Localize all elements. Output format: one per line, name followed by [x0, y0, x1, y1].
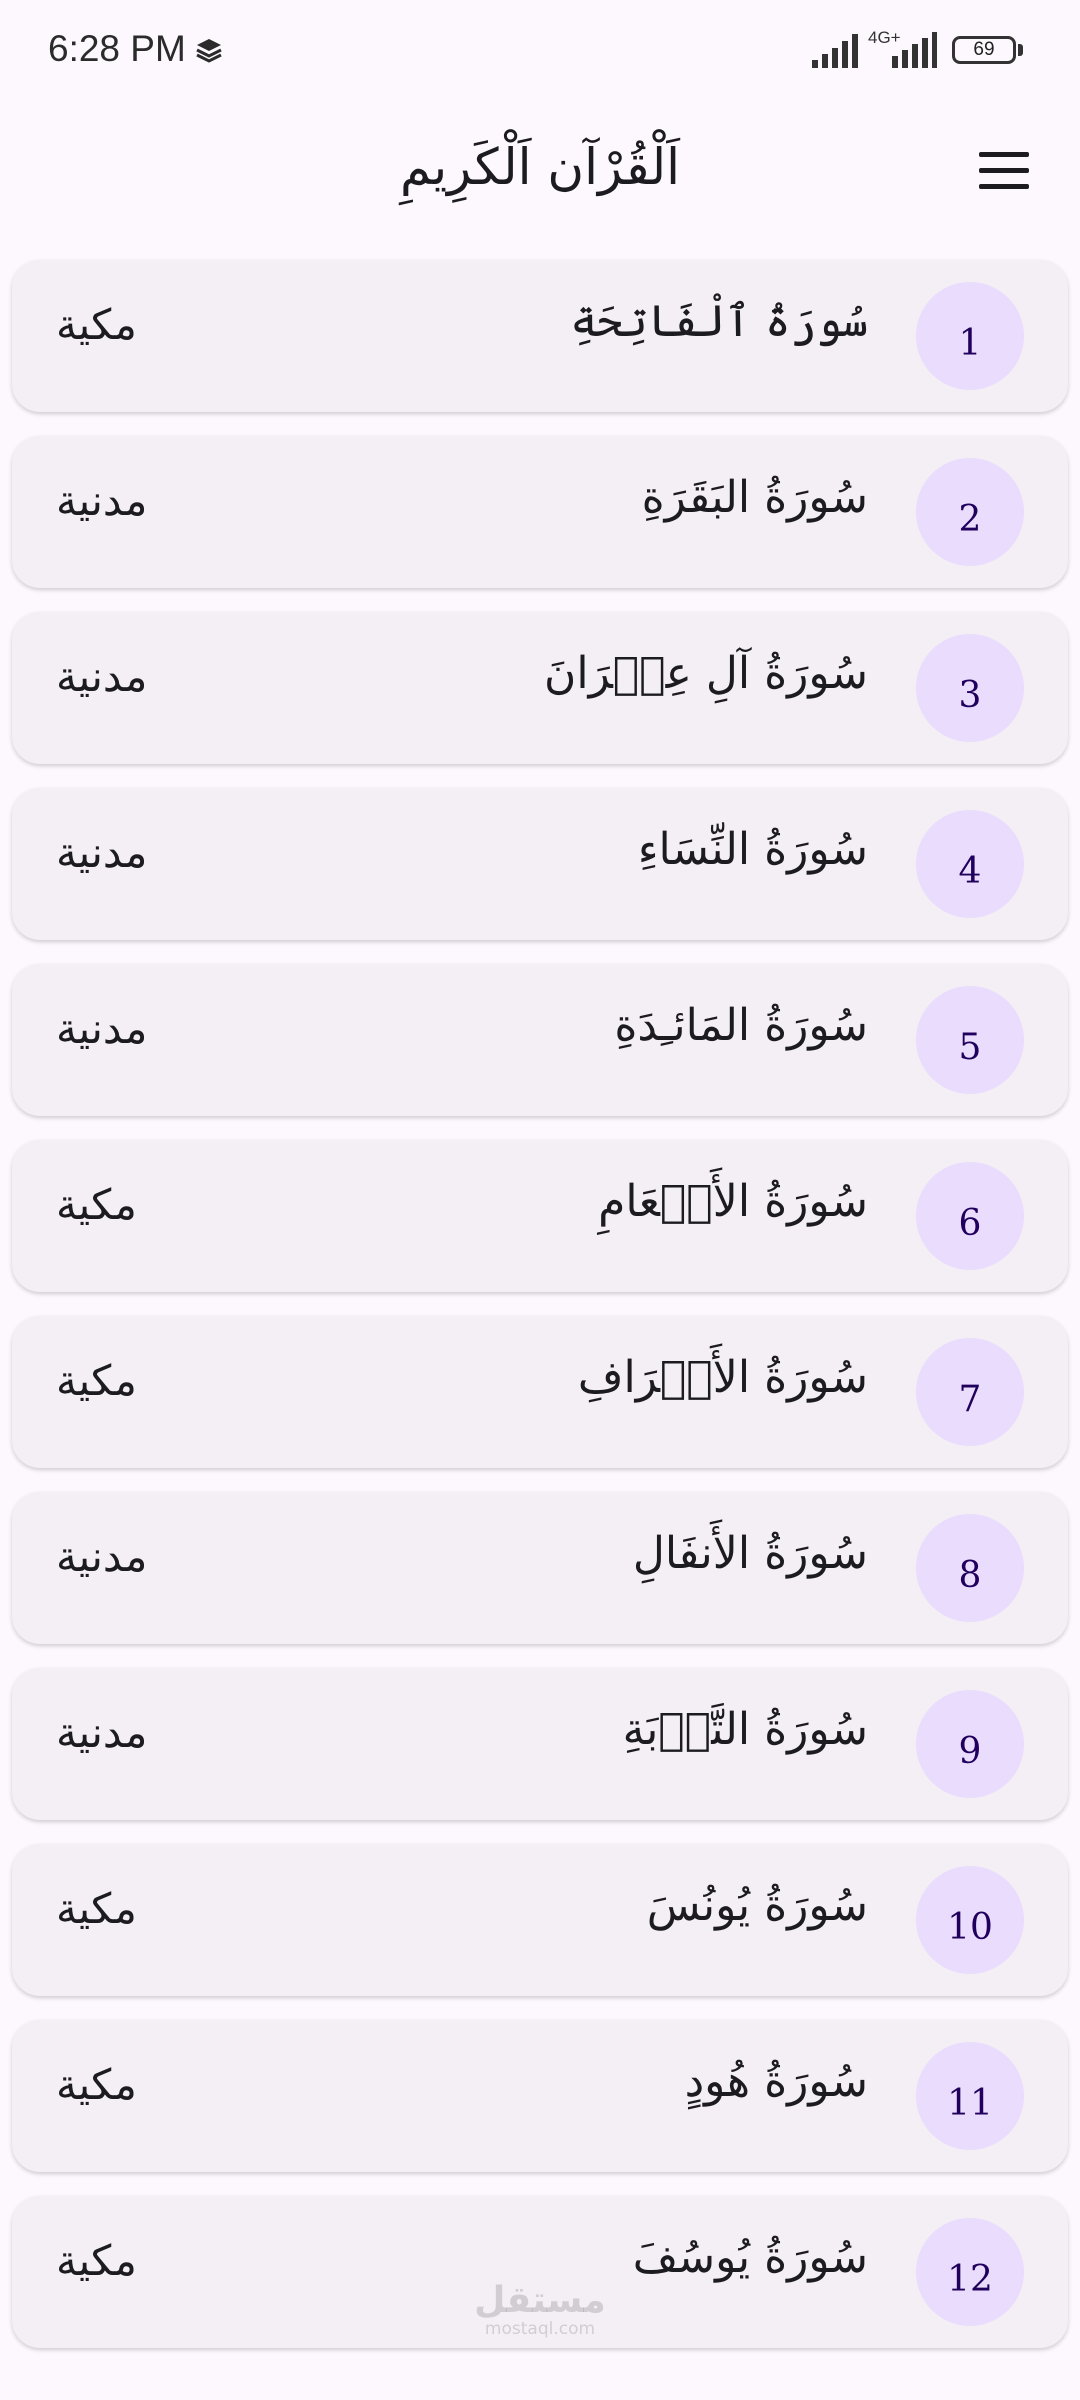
surah-revelation-type: مدنية — [56, 1004, 148, 1053]
surah-name: سُورَةُ النِّسَاءِ — [637, 824, 868, 875]
surah-number: 12 — [947, 2258, 993, 2300]
surah-number-badge: 7 — [916, 1338, 1024, 1446]
battery-icon: 69 — [952, 36, 1016, 64]
surah-number-badge: 8 — [916, 1514, 1024, 1622]
surah-card[interactable]: 2 سُورَةُ البَقَرَةِ مدنية — [12, 436, 1068, 588]
surah-card[interactable]: 5 سُورَةُ المَائـِدَةِ مدنية — [12, 964, 1068, 1116]
surah-card[interactable]: 11 سُورَةُ هُودٍ مكية — [12, 2020, 1068, 2172]
surah-revelation-type: مدنية — [56, 652, 148, 701]
surah-list: 1 سُورَةُ ٱلْفَاتِحَةِ مكية 2 سُورَةُ البَقَ… — [12, 260, 1068, 2372]
surah-number-badge: 12 — [916, 2218, 1024, 2326]
surah-number: 2 — [958, 498, 982, 540]
surah-card[interactable]: 3 سُورَةُ آلِ عِمۡرَانَ مدنية — [12, 612, 1068, 764]
surah-number: 9 — [958, 1730, 982, 1772]
surah-number-badge: 10 — [916, 1866, 1024, 1974]
surah-name: سُورَةُ آلِ عِمۡرَانَ — [544, 648, 868, 699]
surah-number: 8 — [958, 1554, 982, 1596]
app-bar: اَلْقُرْآن اَلْكَرِيمِ — [0, 100, 1080, 250]
surah-number-badge: 5 — [916, 986, 1024, 1094]
surah-number: 4 — [958, 850, 982, 892]
surah-number-badge: 9 — [916, 1690, 1024, 1798]
status-bar: 6:28 PM 4G+ 69 — [0, 0, 1080, 100]
surah-revelation-type: مكية — [56, 1884, 137, 1933]
surah-number-badge: 6 — [916, 1162, 1024, 1270]
surah-number: 10 — [947, 1906, 993, 1948]
surah-number-badge: 2 — [916, 458, 1024, 566]
surah-number: 1 — [958, 322, 982, 364]
surah-number: 5 — [958, 1026, 982, 1068]
surah-number-badge: 4 — [916, 810, 1024, 918]
surah-name: سُورَةُ يُوسُفَ — [632, 2232, 868, 2283]
surah-number-badge: 1 — [916, 282, 1024, 390]
surah-number: 7 — [958, 1378, 982, 1420]
surah-revelation-type: مكية — [56, 2236, 137, 2285]
surah-number: 6 — [958, 1202, 982, 1244]
surah-card[interactable]: 8 سُورَةُ الأَنفَالِ مدنية — [12, 1492, 1068, 1644]
surah-name: سُورَةُ التَّوۡبَةِ — [622, 1704, 868, 1755]
surah-revelation-type: مكية — [56, 2060, 137, 2109]
watermark: مستقل mostaql.com — [470, 2280, 610, 2339]
surah-card[interactable]: 9 سُورَةُ التَّوۡبَةِ مدنية — [12, 1668, 1068, 1820]
surah-name: سُورَةُ يُونُسَ — [646, 1880, 868, 1931]
surah-name: سُورَةُ المَائـِدَةِ — [614, 1000, 868, 1051]
signal-bars-icon-2 — [892, 32, 937, 68]
surah-name: سُورَةُ الأَنۡعَامِ — [598, 1176, 868, 1227]
status-time: 6:28 PM — [48, 28, 186, 69]
surah-card[interactable]: 7 سُورَةُ الأَعۡرَافِ مكية — [12, 1316, 1068, 1468]
surah-number: 3 — [958, 674, 982, 716]
surah-revelation-type: مكية — [56, 1180, 137, 1229]
watermark-arabic: مستقل — [474, 2280, 606, 2321]
surah-name: سُورَةُ الأَنفَالِ — [632, 1528, 868, 1579]
surah-revelation-type: مكية — [56, 300, 137, 349]
surah-revelation-type: مكية — [56, 1356, 137, 1405]
hamburger-menu-icon[interactable] — [965, 142, 1045, 202]
surah-revelation-type: مدنية — [56, 1708, 148, 1757]
surah-card[interactable]: 6 سُورَةُ الأَنۡعَامِ مكية — [12, 1140, 1068, 1292]
surah-revelation-type: مدنية — [56, 476, 148, 525]
surah-card[interactable]: 10 سُورَةُ يُونُسَ مكية — [12, 1844, 1068, 1996]
surah-name: سُورَةُ هُودٍ — [684, 2056, 868, 2107]
page-title: اَلْقُرْآن اَلْكَرِيمِ — [399, 138, 681, 196]
layers-icon — [196, 39, 222, 63]
watermark-latin: mostaql.com — [484, 2319, 596, 2339]
surah-name: سُورَةُ ٱلْفَاتِحَةِ — [570, 296, 868, 347]
surah-revelation-type: مدنية — [56, 828, 148, 877]
surah-revelation-type: مدنية — [56, 1532, 148, 1581]
surah-number: 11 — [947, 2082, 993, 2124]
surah-card[interactable]: 1 سُورَةُ ٱلْفَاتِحَةِ مكية — [12, 260, 1068, 412]
surah-card[interactable]: 4 سُورَةُ النِّسَاءِ مدنية — [12, 788, 1068, 940]
surah-name: سُورَةُ البَقَرَةِ — [641, 472, 868, 523]
surah-number-badge: 3 — [916, 634, 1024, 742]
signal-bars-icon — [812, 34, 858, 68]
surah-number-badge: 11 — [916, 2042, 1024, 2150]
battery-tip — [1018, 44, 1023, 56]
surah-name: سُورَةُ الأَعۡرَافِ — [577, 1352, 868, 1403]
